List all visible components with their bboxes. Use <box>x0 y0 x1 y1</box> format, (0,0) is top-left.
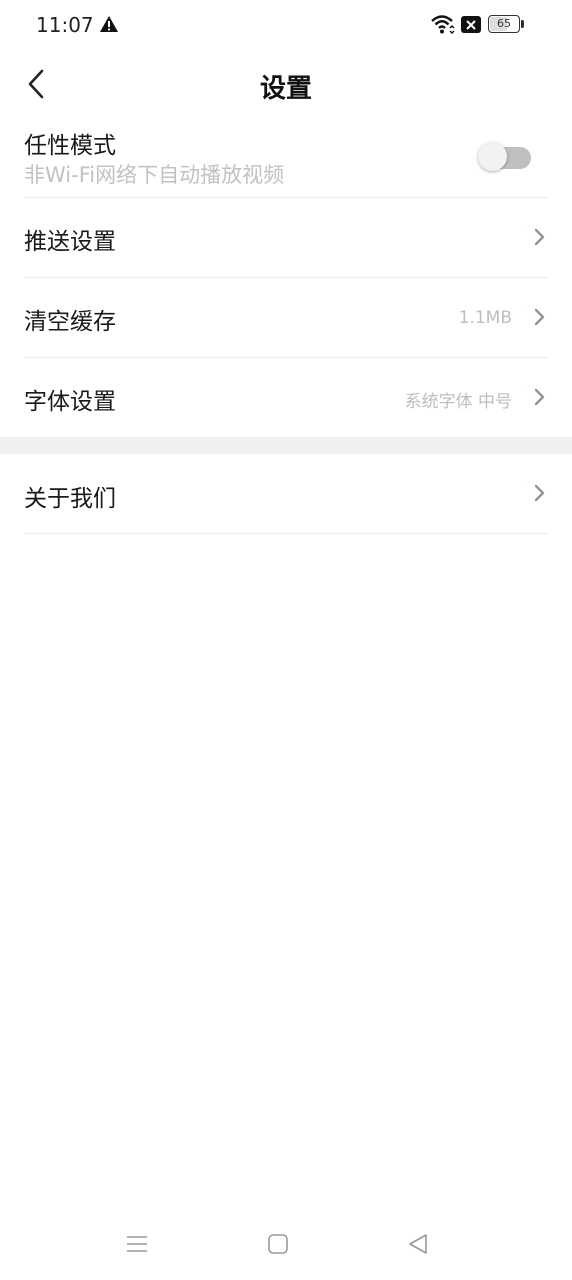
battery-level: 65 <box>497 17 511 30</box>
cache-label: 清空缓存 <box>24 309 116 335</box>
setting-row-mode: 任性模式 非Wi-Fi网络下自动播放视频 <box>24 116 548 198</box>
page-title: 设置 <box>259 74 312 104</box>
mode-label: 任性模式 <box>24 133 116 159</box>
font-label: 字体设置 <box>24 389 116 415</box>
battery-icon: 65 <box>488 15 520 33</box>
status-bar: 11:07 65 <box>0 0 572 50</box>
wifi-icon <box>431 15 455 34</box>
section-divider <box>0 437 572 454</box>
chevron-right-icon <box>534 228 545 246</box>
push-label: 推送设置 <box>24 229 116 255</box>
toggle-knob <box>478 142 507 171</box>
warning-icon <box>100 16 118 32</box>
status-time: 11:07 <box>36 13 94 37</box>
mode-toggle[interactable] <box>478 142 531 171</box>
setting-row-cache[interactable]: 清空缓存 1.1MB <box>24 278 548 358</box>
font-value: 系统字体 中号 <box>404 392 512 412</box>
header: 设置 <box>0 52 572 116</box>
setting-row-about[interactable]: 关于我们 <box>24 454 548 534</box>
cache-size: 1.1MB <box>458 308 512 328</box>
home-icon[interactable] <box>266 1232 290 1256</box>
setting-row-font[interactable]: 字体设置 系统字体 中号 <box>24 358 548 437</box>
chevron-right-icon <box>534 308 545 326</box>
back-triangle-icon[interactable] <box>406 1232 430 1256</box>
menu-icon[interactable] <box>125 1232 149 1256</box>
chevron-right-icon <box>534 388 545 406</box>
chevron-right-icon <box>534 484 545 502</box>
mode-sublabel: 非Wi-Fi网络下自动播放视频 <box>24 163 285 187</box>
setting-row-push[interactable]: 推送设置 <box>24 198 548 278</box>
system-nav-bar <box>0 1210 572 1280</box>
no-sim-icon <box>461 16 481 33</box>
about-label: 关于我们 <box>24 486 116 512</box>
